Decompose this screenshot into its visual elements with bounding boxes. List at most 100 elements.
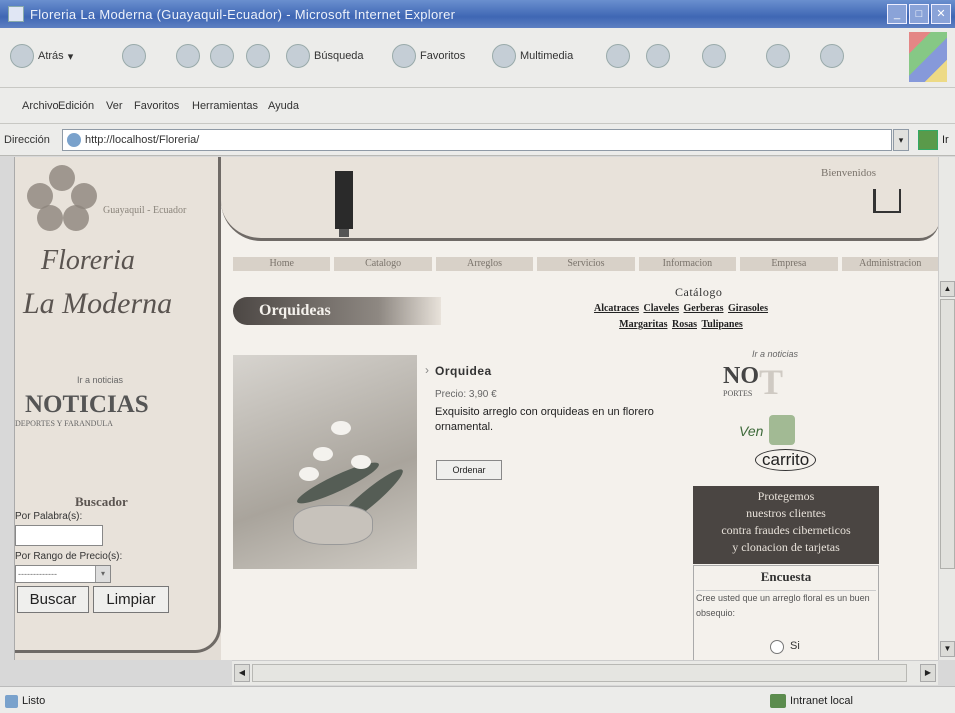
order-button[interactable]: Ordenar bbox=[436, 460, 502, 480]
search-panel-title: Buscador bbox=[75, 494, 128, 509]
scroll-right-icon[interactable]: ▶ bbox=[920, 664, 936, 682]
catalog-link-gerberas[interactable]: Gerberas bbox=[684, 303, 724, 314]
vertical-scroll-thumb[interactable] bbox=[940, 299, 955, 569]
catalog-link-rosas[interactable]: Rosas bbox=[672, 319, 697, 330]
price-range-value: ------------- bbox=[18, 569, 57, 579]
keyword-input[interactable] bbox=[15, 525, 103, 546]
news-link-right[interactable]: Ir a noticias bbox=[752, 349, 798, 359]
address-url: http://localhost/Floreria/ bbox=[85, 134, 200, 146]
back-arrow-icon bbox=[10, 44, 34, 68]
maximize-button[interactable]: □ bbox=[909, 4, 929, 24]
close-button[interactable]: ✕ bbox=[931, 4, 951, 24]
go-arrow-icon[interactable] bbox=[918, 130, 938, 150]
edit-button[interactable] bbox=[766, 40, 790, 72]
media-icon bbox=[492, 44, 516, 68]
address-field[interactable]: http://localhost/Floreria/ bbox=[62, 129, 892, 151]
address-dropdown[interactable]: ▾ bbox=[893, 129, 909, 151]
horizontal-scroll-thumb[interactable] bbox=[252, 664, 907, 682]
mail-button[interactable] bbox=[646, 40, 670, 72]
search-button[interactable]: Buscar bbox=[17, 586, 89, 613]
news-banner-t: T bbox=[759, 362, 784, 402]
cart-banner-carrito: carrito bbox=[755, 449, 817, 471]
horizontal-scrollbar[interactable]: ◀ ▶ bbox=[232, 660, 938, 685]
cart-icon[interactable] bbox=[873, 189, 901, 213]
forward-button[interactable] bbox=[122, 40, 146, 72]
nav-arreglos[interactable]: Arreglos bbox=[435, 257, 534, 271]
favorites-button[interactable]: Favoritos bbox=[392, 40, 465, 72]
logo-subtitle: Guayaquil - Ecuador bbox=[103, 205, 187, 216]
nav-informacion[interactable]: Informacion bbox=[638, 257, 737, 271]
intranet-zone-icon bbox=[770, 694, 786, 708]
usb-base-graphic bbox=[339, 229, 349, 237]
scroll-up-icon[interactable]: ▲ bbox=[940, 281, 955, 297]
window-titlebar: Floreria La Moderna (Guayaquil-Ecuador) … bbox=[0, 0, 955, 28]
home-button[interactable] bbox=[246, 40, 270, 72]
browser-toolbar: Atrás ▾ Búsqueda Favoritos Multimedia bbox=[0, 28, 955, 88]
discuss-button[interactable] bbox=[820, 40, 844, 72]
status-text: Listo bbox=[22, 695, 46, 707]
search-button[interactable]: Búsqueda bbox=[286, 40, 364, 72]
star-icon bbox=[392, 44, 416, 68]
cart-banner-ven: Ven bbox=[739, 423, 764, 439]
address-label: Dirección bbox=[4, 134, 50, 146]
history-icon bbox=[606, 44, 630, 68]
scroll-left-icon[interactable]: ◀ bbox=[234, 664, 250, 682]
news-banner-subtitle: DEPORTES Y FARANDULA bbox=[15, 419, 113, 428]
menu-herramientas[interactable]: Herramientas bbox=[192, 100, 258, 112]
menu-ayuda[interactable]: Ayuda bbox=[268, 100, 299, 112]
home-icon bbox=[246, 44, 270, 68]
catalog-link-tulipanes[interactable]: Tulipanes bbox=[702, 319, 743, 330]
news-banner-no: NO bbox=[723, 363, 759, 389]
go-label[interactable]: Ir bbox=[942, 134, 949, 146]
brand-line-1: Floreria bbox=[41, 245, 135, 276]
price-range-label: Por Rango de Precio(s): bbox=[15, 551, 123, 562]
news-banner-title[interactable]: NOTICIAS bbox=[25, 391, 149, 419]
nav-administracion[interactable]: Administracion bbox=[841, 257, 938, 271]
product-image[interactable] bbox=[233, 355, 417, 569]
welcome-text: Bienvenidos bbox=[821, 167, 876, 179]
catalog-link-claveles[interactable]: Claveles bbox=[643, 303, 679, 314]
security-banner: Protegemos nuestros clientes contra frau… bbox=[693, 486, 879, 564]
nav-catalogo[interactable]: Catalogo bbox=[334, 257, 432, 271]
menu-ver[interactable]: Ver bbox=[106, 100, 123, 112]
news-banner-right[interactable]: NO T PORTES bbox=[721, 361, 821, 403]
address-bar: Dirección http://localhost/Floreria/ ▾ I… bbox=[0, 124, 955, 156]
menu-edicion[interactable]: Edición bbox=[58, 100, 94, 112]
print-button[interactable] bbox=[702, 40, 726, 72]
back-button[interactable]: Atrás ▾ bbox=[10, 40, 73, 72]
history-button[interactable] bbox=[606, 40, 630, 72]
vertical-scrollbar[interactable]: ▲ ▼ bbox=[938, 157, 955, 660]
nav-home[interactable]: Home bbox=[233, 257, 331, 271]
price-range-select[interactable]: ------------- ▾ bbox=[15, 565, 111, 583]
menu-favoritos[interactable]: Favoritos bbox=[134, 100, 179, 112]
cart-banner[interactable]: Ven carrito bbox=[737, 415, 829, 479]
minimize-button[interactable]: _ bbox=[887, 4, 907, 24]
media-label: Multimedia bbox=[520, 50, 574, 62]
catalog-links: Alcatraces Claveles Gerberas Girasoles M… bbox=[539, 301, 823, 333]
catalog-title: Catálogo bbox=[675, 285, 723, 299]
nav-empresa[interactable]: Empresa bbox=[740, 257, 838, 271]
section-title: Orquideas bbox=[233, 297, 441, 325]
stop-button[interactable] bbox=[176, 40, 200, 72]
product-name: Orquidea bbox=[425, 363, 492, 378]
search-label: Búsqueda bbox=[314, 50, 364, 62]
product-description: Exquisito arreglo con orquideas en un fl… bbox=[435, 406, 654, 433]
scroll-down-icon[interactable]: ▼ bbox=[940, 641, 955, 657]
refresh-button[interactable] bbox=[210, 40, 234, 72]
catalog-link-girasoles[interactable]: Girasoles bbox=[728, 303, 768, 314]
catalog-link-margaritas[interactable]: Margaritas bbox=[619, 319, 667, 330]
print-icon bbox=[702, 44, 726, 68]
media-button[interactable]: Multimedia bbox=[492, 40, 573, 72]
poll-option-radio[interactable] bbox=[770, 640, 784, 654]
security-line-2: nuestros clientes bbox=[746, 506, 826, 520]
security-line-4: y clonacion de tarjetas bbox=[732, 540, 840, 554]
window-title: Floreria La Moderna (Guayaquil-Ecuador) … bbox=[30, 7, 456, 22]
poll-question: Cree usted que un arreglo floral es un b… bbox=[696, 590, 876, 621]
clear-button[interactable]: Limpiar bbox=[93, 586, 169, 613]
news-link[interactable]: Ir a noticias bbox=[77, 375, 123, 385]
poll-box: Encuesta Cree usted que un arreglo flora… bbox=[693, 565, 879, 660]
catalog-link-alcatraces[interactable]: Alcatraces bbox=[594, 303, 639, 314]
menu-archivo[interactable]: Archivo bbox=[22, 100, 59, 112]
poll-option-label: Si bbox=[790, 640, 800, 652]
nav-servicios[interactable]: Servicios bbox=[537, 257, 635, 271]
